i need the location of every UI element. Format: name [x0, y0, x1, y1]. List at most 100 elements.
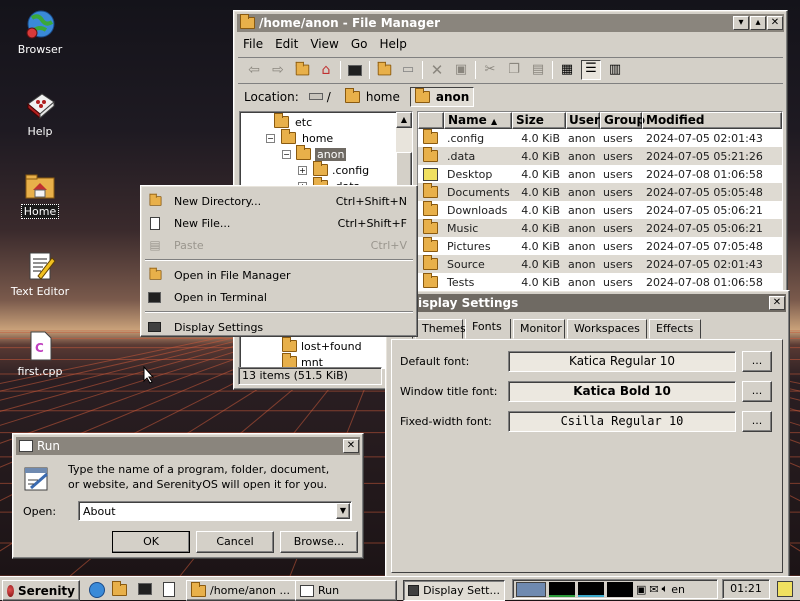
- quicklaunch-terminal-icon[interactable]: [138, 583, 152, 595]
- network-graph[interactable]: [607, 581, 633, 597]
- task-run[interactable]: Run: [295, 580, 397, 601]
- font-picker-button[interactable]: ...: [742, 410, 772, 432]
- menu-item-display-settings[interactable]: Display Settings: [143, 316, 415, 338]
- tree-item[interactable]: − anon: [282, 145, 347, 162]
- forward-arrow-icon[interactable]: ⇨: [268, 62, 288, 78]
- collapse-toggle[interactable]: −: [266, 133, 275, 143]
- open-combobox[interactable]: About ▼: [78, 501, 352, 521]
- font-picker-button[interactable]: ...: [742, 380, 772, 402]
- menu-go[interactable]: Go: [345, 34, 374, 54]
- column-header-name[interactable]: Name ▲: [444, 112, 512, 129]
- desktop-icon-browser[interactable]: Browser: [0, 8, 80, 56]
- table-row[interactable]: Downloads 4.0 KiB anon users 2024-07-05 05:0…: [418, 201, 782, 219]
- scroll-up-button[interactable]: ▲: [396, 112, 412, 128]
- column-header-group[interactable]: Group: [600, 112, 645, 129]
- run-dialog-titlebar[interactable]: Run ✕: [16, 437, 360, 455]
- tab-workspaces[interactable]: Workspaces: [567, 319, 647, 339]
- desktop-icon-home[interactable]: Home: [0, 170, 80, 219]
- menu-item-open-in-terminal[interactable]: Open in Terminal: [143, 286, 415, 308]
- menu-item-new-directory[interactable]: New Directory... Ctrl+Shift+N: [143, 190, 415, 212]
- breadcrumb-anon[interactable]: anon: [409, 86, 475, 107]
- file-table[interactable]: Name ▲ Size User Group Modified .config 4…: [417, 111, 783, 301]
- new-file-icon[interactable]: ▭: [398, 62, 418, 77]
- menu-item-open-in-file-manager[interactable]: Open in File Manager: [143, 264, 415, 286]
- icon-view-icon[interactable]: ▦: [557, 62, 577, 77]
- terminal-icon[interactable]: [345, 63, 365, 76]
- breadcrumb-root[interactable]: /: [305, 88, 335, 106]
- close-button[interactable]: ✕: [343, 439, 359, 453]
- column-header-modified[interactable]: Modified: [642, 112, 782, 129]
- cell-size: 4.0 KiB: [521, 149, 560, 163]
- dropdown-arrow-icon[interactable]: ▼: [336, 503, 350, 519]
- quicklaunch-file-manager-icon[interactable]: [112, 581, 127, 596]
- new-folder-icon[interactable]: [374, 61, 394, 76]
- columns-view-icon[interactable]: ▥: [605, 62, 625, 77]
- close-button[interactable]: ✕: [767, 16, 783, 30]
- table-row[interactable]: Source 4.0 KiB anon users 2024-07-05 02:01:4…: [418, 255, 782, 273]
- task-display-settings[interactable]: Display Sett...: [403, 580, 505, 601]
- rename-icon[interactable]: ▣: [451, 62, 471, 77]
- table-row[interactable]: Pictures 4.0 KiB anon users 2024-07-05 07:05…: [418, 237, 782, 255]
- delete-icon[interactable]: ✕: [427, 61, 447, 79]
- desktop-icon-text-editor[interactable]: Text Editor: [0, 250, 80, 298]
- menu-item-new-file[interactable]: New File... Ctrl+Shift+F: [143, 212, 415, 234]
- desktop-icon-label: Help: [27, 125, 53, 138]
- column-header-user[interactable]: User: [566, 112, 600, 129]
- font-picker-button[interactable]: ...: [742, 350, 772, 372]
- breadcrumb-home[interactable]: home: [341, 87, 404, 106]
- column-header-size[interactable]: Size: [512, 112, 566, 129]
- table-row[interactable]: Documents 4.0 KiB anon users 2024-07-05 05:0…: [418, 183, 782, 201]
- row-icon-cell: [418, 167, 444, 181]
- display-settings-titlebar[interactable]: Display Settings ✕: [389, 294, 786, 312]
- tab-themes[interactable]: Themes: [415, 319, 466, 339]
- column-header-icon[interactable]: [418, 112, 444, 129]
- start-button[interactable]: Serenity: [2, 580, 80, 601]
- back-arrow-icon[interactable]: ⇦: [244, 62, 264, 78]
- quicklaunch-text-editor-icon[interactable]: [163, 582, 175, 597]
- menu-edit[interactable]: Edit: [269, 34, 304, 54]
- tree-item[interactable]: etc: [274, 113, 312, 130]
- clock[interactable]: 01:21: [722, 579, 770, 599]
- home-icon[interactable]: ⌂: [316, 62, 336, 78]
- show-desktop-icon[interactable]: [777, 581, 793, 597]
- notification-icon[interactable]: ✉: [649, 583, 658, 596]
- tree-item[interactable]: lost+found: [282, 337, 362, 354]
- cancel-button[interactable]: Cancel: [196, 531, 274, 553]
- table-view-icon[interactable]: ☰: [581, 59, 601, 80]
- table-row[interactable]: Tests 4.0 KiB anon users 2024-07-08 01:06:58: [418, 273, 782, 291]
- menu-view[interactable]: View: [304, 34, 344, 54]
- tree-item[interactable]: + .config: [298, 161, 369, 178]
- quicklaunch-browser-icon[interactable]: [89, 582, 105, 598]
- table-row[interactable]: .data 4.0 KiB anon users 2024-07-05 05:21:26: [418, 147, 782, 165]
- table-row[interactable]: Desktop 4.0 KiB anon users 2024-07-08 01:06:…: [418, 165, 782, 183]
- maximize-button[interactable]: ▴: [750, 16, 766, 30]
- menu-item-paste[interactable]: ▤ Paste Ctrl+V: [143, 234, 415, 256]
- copy-icon[interactable]: ❐: [504, 62, 524, 77]
- workspace-switcher[interactable]: [516, 581, 546, 597]
- volume-icon[interactable]: 🔈︎: [662, 582, 669, 596]
- tab-monitor[interactable]: Monitor: [513, 319, 565, 339]
- file-manager-titlebar[interactable]: /home/anon - File Manager ▾ ▴ ✕: [237, 14, 784, 32]
- browse-button[interactable]: Browse...: [280, 531, 358, 553]
- tree-item[interactable]: − home: [266, 129, 333, 146]
- collapse-toggle[interactable]: −: [282, 149, 291, 159]
- cpu-graph[interactable]: [549, 581, 575, 597]
- memory-graph[interactable]: [578, 581, 604, 597]
- table-row[interactable]: .config 4.0 KiB anon users 2024-07-05 02:01:…: [418, 129, 782, 147]
- network-icon[interactable]: ▣: [636, 583, 646, 596]
- keyboard-layout[interactable]: en: [671, 583, 685, 596]
- open-parent-directory-icon[interactable]: [292, 61, 312, 76]
- desktop-icon-help[interactable]: Help: [0, 90, 80, 138]
- minimize-button[interactable]: ▾: [733, 16, 749, 30]
- close-button[interactable]: ✕: [769, 296, 785, 310]
- ok-button[interactable]: OK: [112, 531, 190, 553]
- paste-icon[interactable]: ▤: [528, 62, 548, 77]
- table-row[interactable]: Music 4.0 KiB anon users 2024-07-05 05:06:21: [418, 219, 782, 237]
- menu-file[interactable]: File: [237, 34, 269, 54]
- menu-help[interactable]: Help: [373, 34, 412, 54]
- tab-effects[interactable]: Effects: [649, 319, 701, 339]
- desktop-icon-first-cpp[interactable]: C first.cpp: [0, 330, 80, 378]
- tab-fonts[interactable]: Fonts: [465, 319, 511, 339]
- cut-icon[interactable]: ✂: [480, 62, 500, 77]
- expand-toggle[interactable]: +: [298, 165, 307, 175]
